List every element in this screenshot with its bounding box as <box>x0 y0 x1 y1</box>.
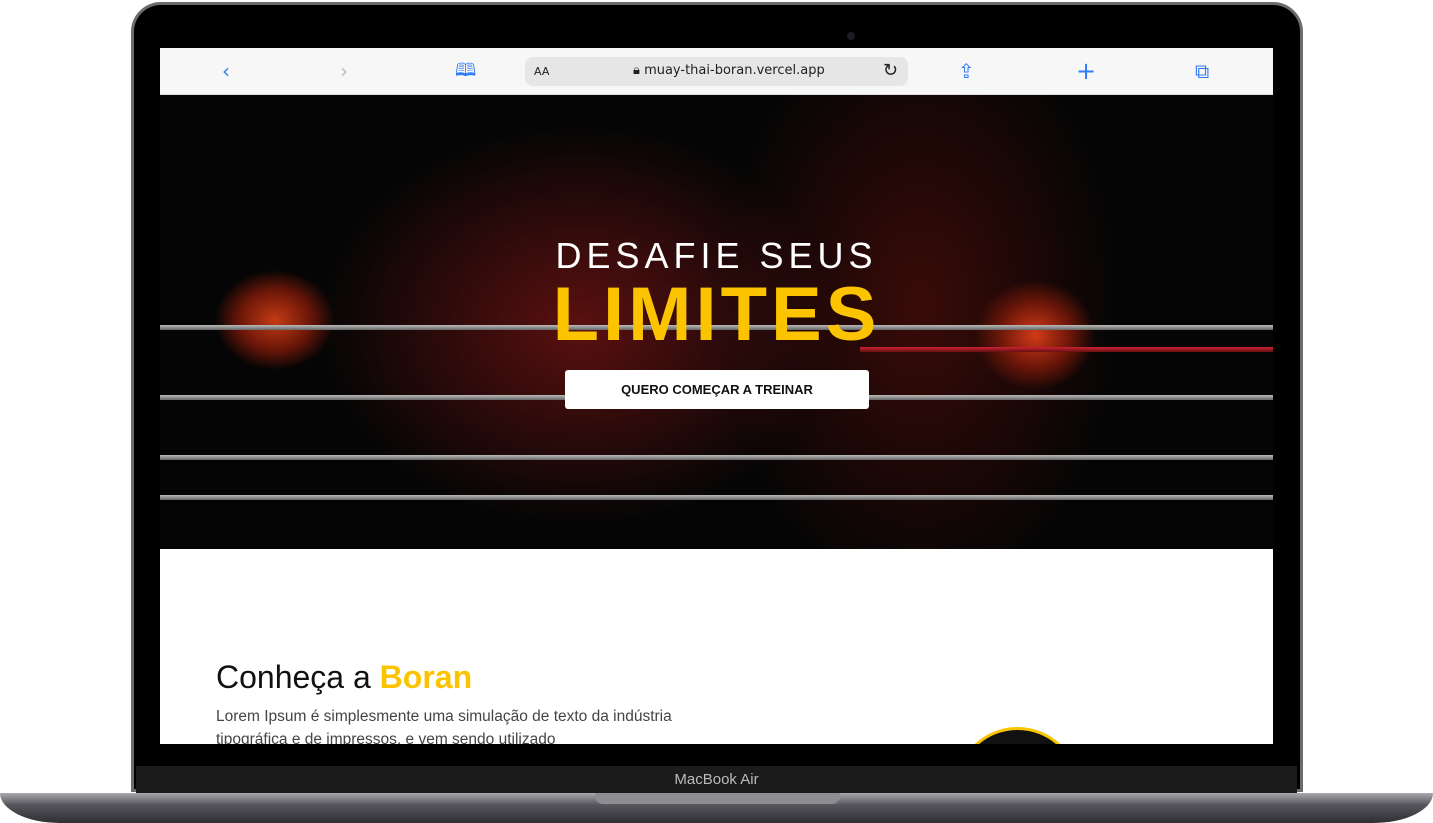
back-icon[interactable]: ‹ <box>222 60 230 82</box>
laptop-notch <box>595 793 840 804</box>
bookmarks-icon[interactable]: 🕮 <box>455 60 476 82</box>
forward-icon[interactable]: › <box>340 60 348 82</box>
about-title: Conheça a Boran <box>216 659 472 696</box>
hero-banner: DESAFIE SEUS LIMITES QUERO COMEÇAR A TRE… <box>160 95 1273 549</box>
address-bar[interactable]: AA 🔒︎ muay-thai-boran.vercel.app ↻ <box>525 57 908 86</box>
device-label: MacBook Air <box>136 766 1297 794</box>
hero-title: LIMITES <box>552 272 881 357</box>
tabs-icon[interactable]: ⧉ <box>1195 60 1209 82</box>
logo-badge <box>955 727 1080 744</box>
screen: ‹ › 🕮 AA 🔒︎ muay-thai-boran.vercel.app ↻… <box>160 48 1273 744</box>
browser-toolbar: ‹ › 🕮 AA 🔒︎ muay-thai-boran.vercel.app ↻… <box>160 48 1273 95</box>
url-value: muay-thai-boran.vercel.app <box>644 63 825 78</box>
ring-rope <box>160 495 1273 500</box>
share-icon[interactable]: ⇪ <box>958 60 975 82</box>
camera <box>847 32 855 40</box>
reload-icon[interactable]: ↻ <box>883 60 898 81</box>
lock-icon: 🔒︎ <box>633 63 645 78</box>
laptop-base <box>0 793 1433 823</box>
start-training-button[interactable]: QUERO COMEÇAR A TREINAR <box>565 370 869 409</box>
about-title-highlight: Boran <box>379 659 473 695</box>
ring-rope <box>160 455 1273 460</box>
about-title-prefix: Conheça a <box>216 659 380 695</box>
text-size-button[interactable]: AA <box>534 65 549 78</box>
about-text: Lorem Ipsum é simplesmente uma simulação… <box>216 708 672 744</box>
new-tab-icon[interactable]: + <box>1076 59 1096 83</box>
url-text: 🔒︎ muay-thai-boran.vercel.app <box>633 63 825 78</box>
